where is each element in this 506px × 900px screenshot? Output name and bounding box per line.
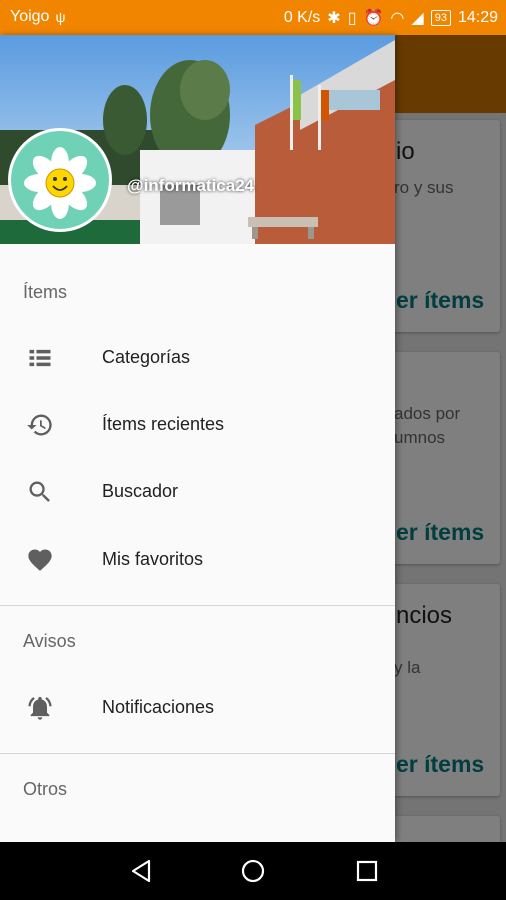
usb-icon: ψ	[55, 9, 66, 25]
section-label-items: Ítems	[23, 282, 68, 302]
navigation-drawer: @informatica24 Ítems Categorías Ítems re…	[0, 35, 395, 842]
menu-item-label: Categorías	[102, 347, 191, 367]
status-bar: Yoigo ψ 0 K/s ✱ ▯ ⏰ ◠ ◢ 93 14:29	[0, 0, 506, 35]
recents-icon[interactable]	[354, 858, 380, 884]
menu-item-mis-favoritos[interactable]: Mis favoritos	[0, 526, 395, 593]
account-handle: @informatica24	[127, 176, 255, 195]
menu-item-label: Mis favoritos	[102, 549, 204, 569]
back-icon[interactable]	[128, 858, 154, 884]
clock: 14:29	[457, 9, 498, 26]
search-icon	[29, 481, 50, 502]
bluetooth-icon: ✱	[327, 10, 341, 27]
menu-item-notificaciones[interactable]: Notificaciones	[0, 674, 395, 741]
system-navigation-bar	[0, 842, 506, 900]
carrier-name: Yoigo	[10, 8, 50, 25]
menu-item-label: Ítems recientes	[102, 414, 225, 434]
list-icon	[29, 349, 51, 366]
menu-item-label: Buscador	[102, 481, 179, 501]
heart-icon	[28, 549, 52, 571]
menu-item-buscador[interactable]: Buscador	[0, 458, 395, 525]
section-label-avisos: Avisos	[23, 631, 76, 651]
menu-item-categorias[interactable]: Categorías	[0, 324, 395, 391]
vibrate-icon: ▯	[347, 10, 357, 27]
history-icon	[27, 414, 52, 435]
section-label-otros: Otros	[23, 779, 68, 799]
section-divider	[0, 605, 395, 606]
menu-item-items-recientes[interactable]: Ítems recientes	[0, 391, 395, 458]
school-logo[interactable]	[8, 128, 112, 232]
bell-icon	[28, 696, 52, 720]
wifi-icon: ◠	[390, 10, 405, 27]
section-divider	[0, 753, 395, 754]
daisy-logo-icon	[24, 146, 96, 219]
drawer-header: @informatica24	[0, 35, 395, 244]
network-speed: 0 K/s	[283, 9, 321, 26]
menu-item-label: Notificaciones	[102, 697, 215, 717]
signal-icon: ◢	[411, 10, 424, 27]
battery-indicator: 93	[430, 10, 451, 26]
alarm-icon: ⏰	[363, 10, 384, 27]
home-icon[interactable]	[240, 858, 266, 884]
